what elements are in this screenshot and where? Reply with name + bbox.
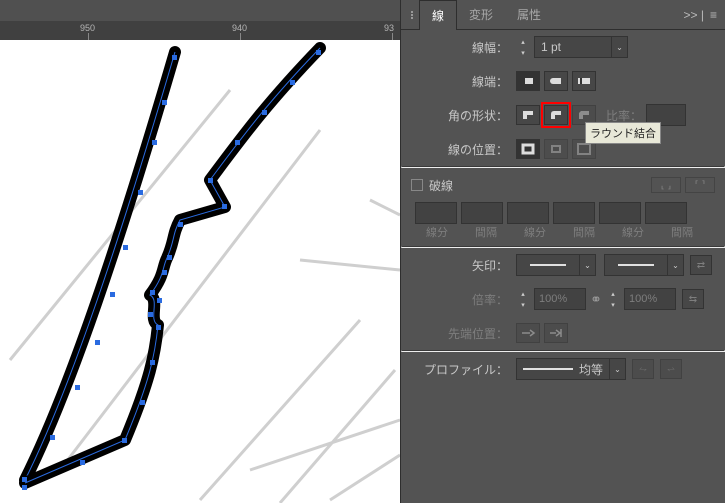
- dashed-checkbox[interactable]: [411, 179, 423, 191]
- scale-label: 倍率：: [411, 291, 516, 308]
- tab-attribute[interactable]: 属性: [505, 0, 553, 30]
- gap-1[interactable]: [461, 202, 503, 224]
- panel-menu-icon[interactable]: ≡: [710, 8, 717, 22]
- arrow-start-chevron[interactable]: ⌄: [580, 254, 596, 276]
- cap-butt-button[interactable]: [516, 71, 540, 91]
- tip-align-button[interactable]: [544, 323, 568, 343]
- scale-end-stepper[interactable]: ▴▾: [606, 288, 620, 310]
- dash-align-a[interactable]: ⸤ ⸥: [651, 177, 681, 193]
- scale-start-stepper[interactable]: ▴▾: [516, 288, 530, 310]
- dash-1[interactable]: [415, 202, 457, 224]
- miter-limit-label: 比率：: [606, 107, 646, 124]
- corner-label: 角の形状：: [411, 107, 516, 124]
- cap-projecting-button[interactable]: [572, 71, 596, 91]
- panel-drag-handle[interactable]: [405, 0, 419, 30]
- align-inside-button[interactable]: [544, 139, 568, 159]
- tab-stroke[interactable]: 線: [419, 0, 457, 30]
- profile-flip-x[interactable]: ⥊: [632, 359, 654, 379]
- scale-link-icon[interactable]: ⚭: [586, 291, 606, 308]
- scale-swap-button[interactable]: ⇆: [682, 289, 704, 309]
- arrow-end-chevron[interactable]: ⌄: [668, 254, 684, 276]
- stroke-weight-select[interactable]: 1 pt: [534, 36, 612, 58]
- panel-tabs: 線 変形 属性 >> | ≡: [401, 0, 725, 30]
- weight-stepper[interactable]: ▴▾: [516, 36, 530, 58]
- cap-label: 線端：: [411, 73, 516, 90]
- corner-miter-button[interactable]: [516, 105, 540, 125]
- panel-more-icon[interactable]: >> |: [684, 8, 704, 22]
- gap-3[interactable]: [645, 202, 687, 224]
- arrow-label: 矢印：: [411, 257, 516, 274]
- arrow-start-select[interactable]: [516, 254, 580, 276]
- dash-align-b[interactable]: ⸢ ⸣: [685, 177, 715, 193]
- profile-select[interactable]: 均等: [516, 358, 610, 380]
- corner-tooltip: ラウンド結合: [585, 122, 661, 144]
- corner-round-button[interactable]: [544, 105, 568, 125]
- tip-extend-button[interactable]: [516, 323, 540, 343]
- dashed-label: 破線: [429, 177, 453, 194]
- tab-transform[interactable]: 変形: [457, 0, 505, 30]
- scale-start-field[interactable]: 100%: [534, 288, 586, 310]
- profile-label: プロファイル：: [411, 361, 516, 378]
- stroke-weight-chevron[interactable]: ⌄: [612, 36, 628, 58]
- dash-3[interactable]: [599, 202, 641, 224]
- stroke-weight-label: 線幅：: [411, 39, 516, 56]
- profile-chevron[interactable]: ⌄: [610, 358, 626, 380]
- dash-column-labels: 線分間隔 線分間隔 線分間隔: [401, 224, 725, 240]
- tip-label: 先端位置：: [411, 325, 516, 342]
- stroke-panel: 線 変形 属性 >> | ≡ 線幅： ▴▾ 1 pt ⌄ 線端： 角の形状：: [400, 0, 725, 503]
- align-label: 線の位置：: [411, 141, 516, 158]
- arrow-end-select[interactable]: [604, 254, 668, 276]
- gap-2[interactable]: [553, 202, 595, 224]
- cap-round-button[interactable]: [544, 71, 568, 91]
- profile-flip-y[interactable]: ⥋: [660, 359, 682, 379]
- arrow-swap-button[interactable]: ⇄: [690, 255, 712, 275]
- scale-end-field[interactable]: 100%: [624, 288, 676, 310]
- align-center-button[interactable]: [516, 139, 540, 159]
- dash-2[interactable]: [507, 202, 549, 224]
